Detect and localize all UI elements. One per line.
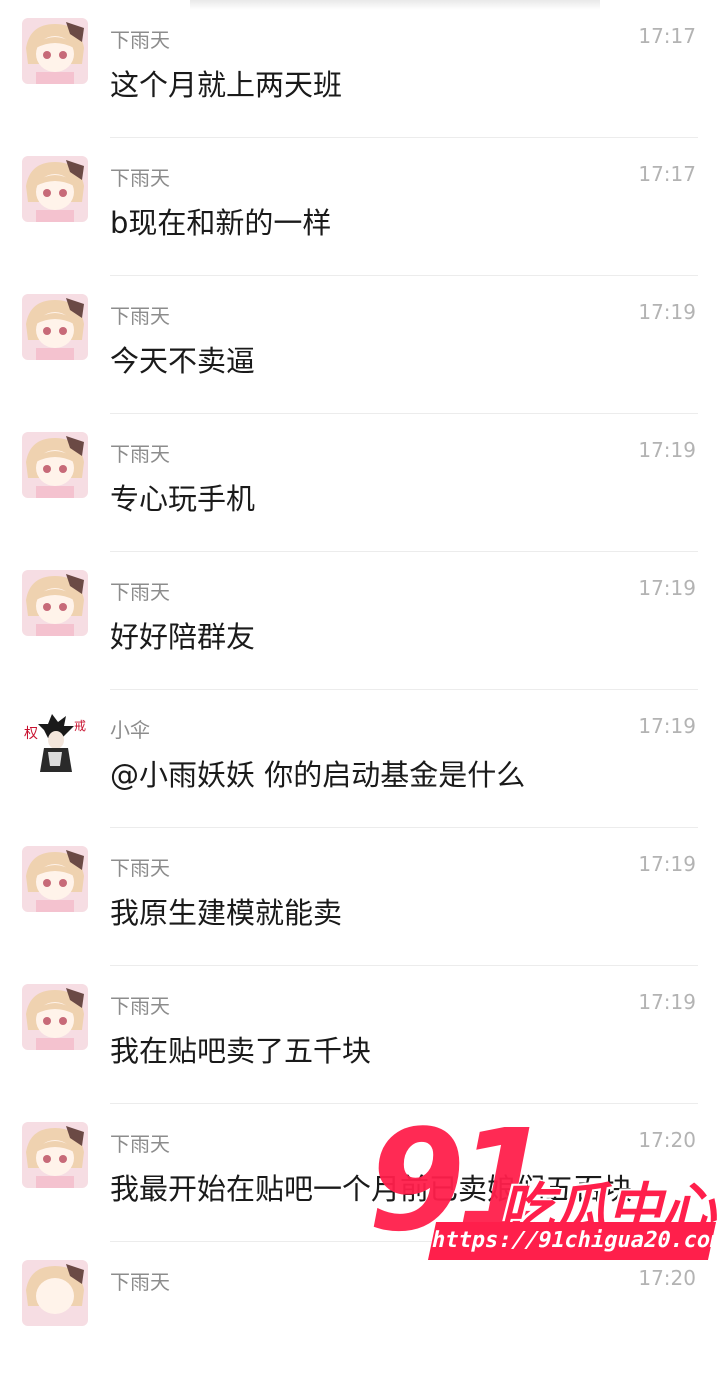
anime-girl-avatar-icon (22, 432, 88, 498)
avatar[interactable]: 权 戒 (22, 708, 88, 774)
message-time: 17:19 (638, 714, 696, 738)
message-item[interactable]: 下雨天 17:19 专心玩手机 (0, 414, 720, 552)
avatar[interactable] (22, 570, 88, 636)
message-text[interactable]: 今天不卖逼 (110, 338, 255, 380)
ink-character-avatar-icon: 权 戒 (22, 708, 88, 774)
svg-text:戒: 戒 (74, 719, 86, 733)
anime-girl-avatar-icon (22, 570, 88, 636)
anime-girl-avatar-icon (22, 156, 88, 222)
avatar[interactable] (22, 984, 88, 1050)
sender-name: 下雨天 (110, 1270, 170, 1294)
avatar[interactable] (22, 18, 88, 84)
message-time: 17:17 (638, 162, 696, 186)
message-item[interactable]: 下雨天 17:19 今天不卖逼 (0, 276, 720, 414)
sender-name: 下雨天 (110, 580, 170, 604)
message-item[interactable]: 权 戒 小伞 17:19 @小雨妖妖 你的启动基金是什么 (0, 690, 720, 828)
message-text[interactable]: @小雨妖妖 你的启动基金是什么 (110, 752, 525, 794)
anime-girl-avatar-icon (22, 846, 88, 912)
message-text[interactable]: 我原生建模就能卖 (110, 890, 342, 932)
anime-girl-avatar-icon (22, 18, 88, 84)
anime-girl-avatar-icon (22, 294, 88, 360)
message-text[interactable]: 好好陪群友 (110, 614, 255, 656)
svg-text:权: 权 (24, 726, 38, 742)
message-item[interactable]: 下雨天 17:17 b现在和新的一样 (0, 138, 720, 276)
message-item[interactable]: 下雨天 17:19 好好陪群友 (0, 552, 720, 690)
message-time: 17:19 (638, 852, 696, 876)
watermark-url: https://91chigua20.com (427, 1222, 720, 1260)
message-time: 17:19 (638, 300, 696, 324)
sender-name: 下雨天 (110, 1132, 170, 1156)
sender-name: 下雨天 (110, 442, 170, 466)
message-item[interactable]: 下雨天 17:19 我原生建模就能卖 (0, 828, 720, 966)
sender-name: 小伞 (110, 718, 150, 742)
sender-name: 下雨天 (110, 166, 170, 190)
message-text[interactable]: 专心玩手机 (110, 476, 255, 518)
sender-name: 下雨天 (110, 304, 170, 328)
message-text[interactable]: 我在贴吧卖了五千块 (110, 1028, 371, 1070)
sender-name: 下雨天 (110, 28, 170, 52)
avatar[interactable] (22, 294, 88, 360)
avatar[interactable] (22, 1122, 88, 1188)
sender-name: 下雨天 (110, 994, 170, 1018)
message-item[interactable]: 下雨天 17:17 这个月就上两天班 (0, 0, 720, 138)
avatar[interactable] (22, 156, 88, 222)
avatar[interactable] (22, 846, 88, 912)
sender-name: 下雨天 (110, 856, 170, 880)
message-time: 17:19 (638, 990, 696, 1014)
message-item[interactable]: 下雨天 17:19 我在贴吧卖了五千块 (0, 966, 720, 1104)
message-time: 17:19 (638, 576, 696, 600)
message-text[interactable]: b现在和新的一样 (110, 200, 331, 242)
anime-girl-avatar-icon (22, 1122, 88, 1188)
watermark-logo: 91 吃瓜中心 https://91chigua20.com (360, 1112, 720, 1280)
message-time: 17:19 (638, 438, 696, 462)
avatar[interactable] (22, 432, 88, 498)
anime-girl-avatar-icon (22, 1260, 88, 1326)
avatar[interactable] (22, 1260, 88, 1326)
anime-girl-avatar-icon (22, 984, 88, 1050)
message-text[interactable]: 这个月就上两天班 (110, 62, 342, 104)
message-time: 17:17 (638, 24, 696, 48)
